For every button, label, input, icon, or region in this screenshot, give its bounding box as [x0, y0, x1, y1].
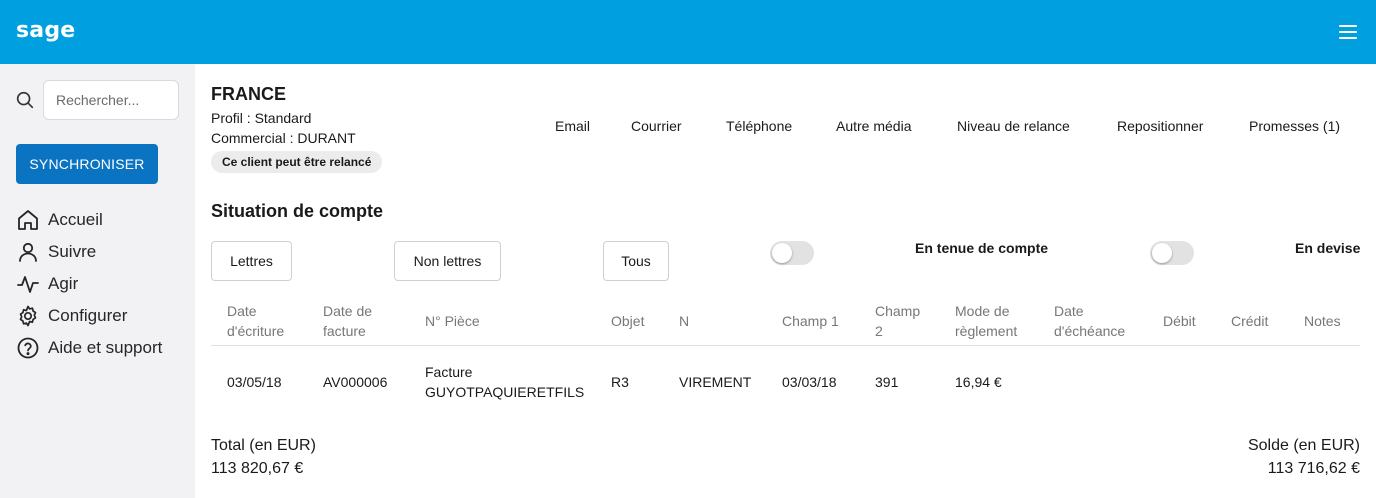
solde-value: 113 716,62 € [1267, 460, 1360, 477]
gear-icon [19, 305, 37, 327]
section-title: Situation de compte [211, 201, 384, 221]
column-header-line: Date [227, 303, 257, 319]
total-label: Total (en EUR) [211, 437, 316, 454]
synchroniser-button[interactable]: SYNCHRONISER [16, 144, 158, 184]
solde-label: Solde (en EUR) [1247, 437, 1360, 454]
cell-line: Facture [425, 364, 473, 380]
toggle-tenue-de-compte-label: En tenue de compte [915, 240, 1049, 256]
action-telephone[interactable]: Téléphone [726, 118, 792, 134]
column-header-notes[interactable]: Notes [1304, 311, 1341, 331]
cell-n: VIREMENT [679, 374, 752, 390]
column-header-date-facture[interactable]: Date de facture [323, 301, 372, 341]
column-header-n[interactable]: N [679, 311, 689, 331]
help-icon [17, 337, 39, 359]
cell-line: GUYOTPAQUIERETFILS [425, 384, 585, 400]
column-header-debit[interactable]: Débit [1163, 311, 1196, 331]
column-header-line: 2 [875, 323, 883, 339]
filter-tous-button[interactable]: Tous [603, 241, 669, 281]
action-promesses[interactable]: Promesses (1) [1249, 118, 1340, 134]
toggle-knob [1152, 243, 1172, 263]
filter-non-lettres-button[interactable]: Non lettres [394, 241, 501, 281]
action-niveau-de-relance[interactable]: Niveau de relance [957, 118, 1070, 134]
column-header-date-ecriture[interactable]: Date d'écriture [227, 301, 284, 341]
action-autre-media[interactable]: Autre média [836, 118, 911, 134]
hamburger-menu-icon[interactable] [1336, 22, 1360, 42]
cell-champ-2: 391 [875, 374, 899, 390]
column-header-objet[interactable]: Objet [611, 311, 644, 331]
sidebar-item-label: Agir [48, 274, 79, 293]
sidebar-item-label: Suivre [48, 242, 97, 261]
sidebar-item-label: Accueil [48, 210, 103, 229]
relance-status-badge: Ce client peut être relancé [211, 151, 383, 173]
action-email[interactable]: Email [555, 118, 590, 134]
toggle-tenue-de-compte[interactable] [770, 241, 814, 265]
table-header-divider [211, 345, 1360, 346]
toggle-en-devise-label: En devise [1295, 240, 1361, 256]
column-header-line: Mode de [955, 303, 1010, 319]
sidebar-item-accueil[interactable]: Accueil [16, 207, 103, 233]
search-icon [16, 91, 34, 109]
column-header-line: facture [323, 323, 366, 339]
column-header-credit[interactable]: Crédit [1231, 311, 1268, 331]
cell-numero-piece: Facture GUYOTPAQUIERETFILS [425, 362, 584, 402]
client-profil: Profil : Standard [211, 110, 312, 126]
cell-date-ecriture: 03/05/18 [227, 374, 282, 390]
home-icon [18, 210, 38, 230]
sidebar-item-label: Aide et support [48, 338, 163, 357]
column-header-champ-2[interactable]: Champ 2 [875, 301, 920, 341]
column-header-champ-1[interactable]: Champ 1 [782, 311, 839, 331]
cell-objet: R3 [611, 374, 629, 390]
sidebar-item-aide-et-support[interactable]: Aide et support [16, 335, 162, 361]
sidebar-item-agir[interactable]: Agir [16, 271, 78, 297]
column-header-numero-piece[interactable]: N° Pièce [425, 311, 480, 331]
column-header-line: règlement [955, 323, 1018, 339]
cell-date-facture: AV000006 [323, 374, 388, 390]
client-commercial: Commercial : DURANT [211, 130, 356, 146]
activity-icon [17, 276, 39, 293]
client-name: FRANCE [211, 84, 286, 104]
column-header-line: d'échéance [1054, 323, 1126, 339]
column-header-mode-reglement[interactable]: Mode de règlement [955, 301, 1017, 341]
column-header-line: d'écriture [227, 323, 285, 339]
sidebar-item-suivre[interactable]: Suivre [16, 239, 96, 265]
sidebar-item-configurer[interactable]: Configurer [16, 303, 127, 329]
toggle-en-devise[interactable] [1150, 241, 1194, 265]
column-header-line: Champ [875, 303, 921, 319]
action-repositionner[interactable]: Repositionner [1117, 118, 1203, 134]
column-header-line: Date de [323, 303, 373, 319]
sage-logo[interactable]: sage [16, 18, 75, 43]
sidebar-item-label: Configurer [48, 306, 128, 325]
cell-champ-1: 03/03/18 [782, 374, 837, 390]
action-courrier[interactable]: Courrier [631, 118, 682, 134]
toggle-knob [772, 243, 792, 263]
user-icon [19, 242, 37, 262]
sidebar: SYNCHRONISER Accueil Suivre Agir Configu… [0, 64, 195, 498]
column-header-line: Date [1054, 303, 1084, 319]
filter-lettres-button[interactable]: Lettres [211, 241, 292, 281]
search-input[interactable] [43, 80, 179, 120]
column-header-date-echeance[interactable]: Date d'échéance [1054, 301, 1125, 341]
top-bar: sage [0, 0, 1376, 64]
total-value: 113 820,67 € [211, 460, 304, 477]
cell-mode-reglement: 16,94 € [955, 374, 1002, 390]
